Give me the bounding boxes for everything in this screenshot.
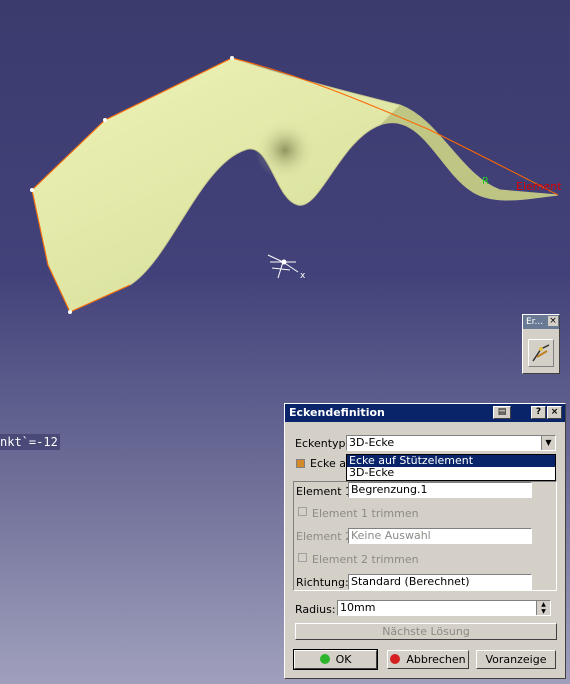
trim2-checkbox[interactable] <box>298 553 307 562</box>
preview-button[interactable]: Voranzeige <box>476 650 556 669</box>
corner-type-value: 3D-Ecke <box>349 436 395 449</box>
next-solution-button[interactable]: Nächste Lösung <box>295 623 557 640</box>
element2-label: Element 2: <box>296 530 356 543</box>
element2-field[interactable]: Keine Auswahl <box>348 528 532 544</box>
surface-label: Element <box>516 180 562 193</box>
toolbar-close-icon[interactable]: × <box>548 316 558 326</box>
spinner-icon[interactable]: ▲ ▼ <box>536 601 550 615</box>
ok-button[interactable]: OK <box>293 649 378 670</box>
axis-compass-icon: x <box>267 254 306 281</box>
window-icon[interactable]: ▤ <box>493 406 511 419</box>
radius-label: Radius: <box>295 603 336 616</box>
chevron-down-icon[interactable]: ▼ <box>541 436 555 450</box>
corner-type-combo[interactable]: 3D-Ecke ▼ <box>346 435 556 451</box>
cancel-button[interactable]: Abbrechen <box>387 650 469 669</box>
element1-label: Element 1: <box>296 485 356 498</box>
radius-field[interactable]: 10mm ▲ ▼ <box>337 600 551 616</box>
floating-toolbar[interactable]: Er... × <box>522 314 560 374</box>
corner-tool-icon <box>532 344 550 362</box>
dropdown-option[interactable]: 3D-Ecke <box>347 467 555 479</box>
corner-type-dropdown[interactable]: Ecke auf Stützelement 3D-Ecke <box>346 454 556 481</box>
toolbar-title-text: Er... <box>526 317 544 327</box>
corner-tool-button[interactable] <box>528 339 554 367</box>
close-icon[interactable]: × <box>547 406 562 419</box>
toolbar-title[interactable]: Er... × <box>523 315 559 329</box>
radius-marker: R <box>482 176 489 187</box>
ok-icon <box>319 654 330 664</box>
trim1-label: Element 1 trimmen <box>312 507 419 520</box>
corner-type-label: Eckentyp: <box>295 437 350 450</box>
radius-value: 10mm <box>340 601 376 614</box>
cancel-icon <box>390 654 401 664</box>
dialog-title: Eckendefinition <box>289 406 385 419</box>
support-checkbox[interactable] <box>296 459 305 468</box>
ok-label: OK <box>335 653 352 666</box>
trim1-checkbox[interactable] <box>298 507 307 516</box>
cancel-label: Abbrechen <box>406 653 466 666</box>
svg-text:x: x <box>300 271 306 281</box>
trim2-label: Element 2 trimmen <box>312 553 419 566</box>
help-button[interactable]: ? <box>531 406 546 419</box>
parameter-label[interactable]: nkt`=-12 <box>0 434 60 450</box>
direction-field[interactable]: Standard (Berechnet) <box>348 574 532 590</box>
element1-field[interactable]: Begrenzung.1 <box>348 482 532 498</box>
direction-label: Richtung: <box>296 576 349 589</box>
dialog-title-bar[interactable]: Eckendefinition ▤ ? × <box>285 404 565 422</box>
